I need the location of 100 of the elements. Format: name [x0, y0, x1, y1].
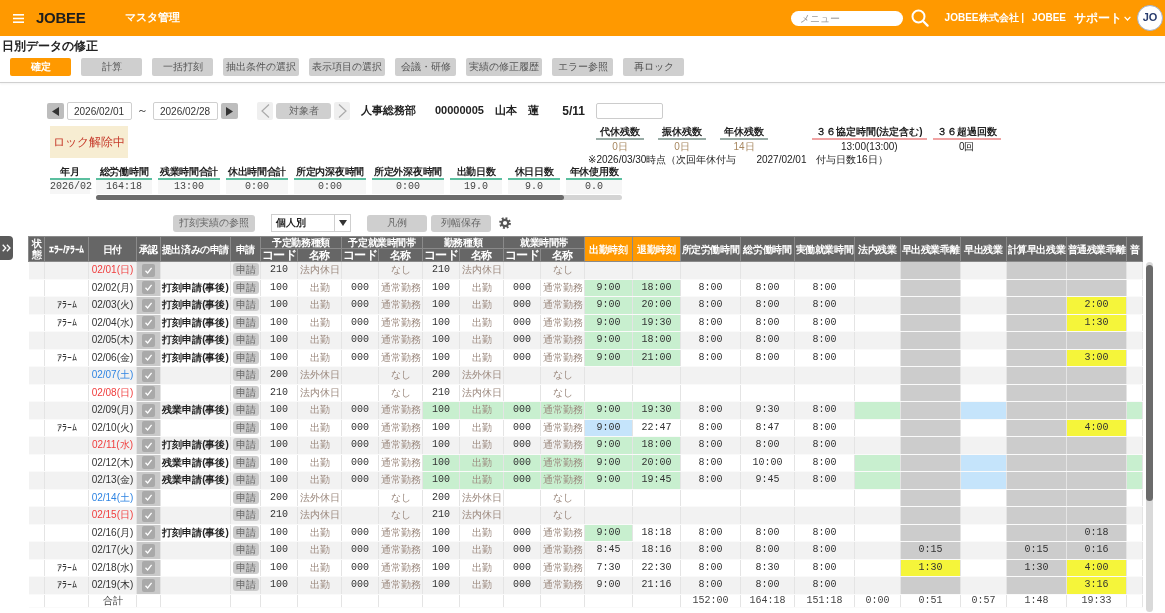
- employee-search-field[interactable]: [596, 103, 663, 119]
- view-select[interactable]: 個人別: [271, 214, 351, 232]
- toolbar-button[interactable]: 計算: [81, 58, 142, 76]
- approval-checkbox[interactable]: [142, 491, 155, 505]
- apply-button[interactable]: 申請: [232, 420, 259, 434]
- toolbar-button[interactable]: 実績の修正履歴: [466, 58, 542, 76]
- toolbar-button[interactable]: 再ロック: [623, 58, 684, 76]
- apply-button[interactable]: 申請: [232, 263, 259, 277]
- balance-value: 0回: [958, 140, 975, 153]
- column-header: 早出残業乖離: [900, 236, 961, 262]
- settings-button[interactable]: [499, 217, 511, 229]
- balance-label: 振休残数: [658, 126, 706, 140]
- approval-checkbox[interactable]: [142, 421, 155, 435]
- column-header: 実働就業時間: [794, 236, 855, 262]
- range-separator: ～: [137, 104, 148, 118]
- date-field[interactable]: 2026/02/01: [67, 102, 132, 120]
- approval-checkbox[interactable]: [142, 351, 155, 365]
- summary-value: 164:18: [96, 180, 152, 194]
- employee-code: 00000005: [435, 104, 484, 118]
- column-header: 出勤時刻: [584, 236, 633, 262]
- approval-checkbox[interactable]: [142, 456, 155, 470]
- section-title: マスタ管理: [125, 11, 181, 25]
- support-menu[interactable]: サポート: [1074, 10, 1131, 26]
- caret-down-icon: [338, 220, 347, 226]
- approval-checkbox[interactable]: [142, 316, 155, 330]
- triangle-left-icon: [52, 106, 59, 116]
- column-header: 日付: [88, 236, 137, 262]
- balance-label: 代休残数: [596, 126, 644, 140]
- chevron-right-icon: [337, 104, 347, 118]
- apply-button[interactable]: 申請: [232, 280, 259, 294]
- apply-button[interactable]: 申請: [232, 543, 259, 557]
- toolbar-button[interactable]: 確定: [10, 58, 71, 76]
- apply-button[interactable]: 申請: [232, 385, 259, 399]
- column-header: ｴﾗｰ/ｱﾗｰﾑ: [44, 236, 89, 262]
- previous-period-button[interactable]: [47, 103, 64, 119]
- approval-checkbox[interactable]: [142, 403, 155, 417]
- approval-checkbox[interactable]: [142, 578, 155, 592]
- column-group-header: 予定勤務種類: [260, 236, 342, 249]
- apply-button[interactable]: 申請: [232, 315, 259, 329]
- column-header: 退勤時刻: [632, 236, 681, 262]
- apply-button[interactable]: 申請: [232, 438, 259, 452]
- next-employee-button[interactable]: [334, 102, 350, 120]
- apply-button[interactable]: 申請: [232, 350, 259, 364]
- approval-checkbox[interactable]: [142, 263, 155, 277]
- menu-button[interactable]: [13, 13, 24, 23]
- user-avatar[interactable]: JO: [1137, 5, 1163, 31]
- summary-value: 9.0: [508, 180, 560, 194]
- approval-checkbox[interactable]: [142, 368, 155, 382]
- target-employee-button[interactable]: 対象者: [276, 103, 331, 119]
- apply-button[interactable]: 申請: [232, 403, 259, 417]
- toolbar-button[interactable]: 会議・研修: [395, 58, 456, 76]
- toolbar-button[interactable]: 抽出条件の選択: [223, 58, 299, 76]
- department-name: 人事総務部: [361, 104, 416, 118]
- lock-status-label: ロック解除中: [50, 126, 128, 158]
- apply-button[interactable]: 申請: [232, 490, 259, 504]
- save-column-widths-button[interactable]: 列幅保存: [431, 214, 491, 232]
- previous-employee-button[interactable]: [257, 102, 273, 120]
- date-field[interactable]: 2026/02/28: [153, 102, 218, 120]
- column-header: 法内残業: [854, 236, 901, 262]
- apply-button[interactable]: 申請: [232, 508, 259, 522]
- apply-button[interactable]: 申請: [232, 578, 259, 592]
- approval-checkbox[interactable]: [142, 281, 155, 295]
- approval-checkbox[interactable]: [142, 473, 155, 487]
- search-button[interactable]: [910, 9, 929, 27]
- summary-value: 13:00: [158, 180, 220, 194]
- toolbar-button[interactable]: 一括打刻: [152, 58, 213, 76]
- approval-checkbox[interactable]: [142, 298, 155, 312]
- toolbar-button[interactable]: 表示項目の選択: [309, 58, 385, 76]
- balance-label: 年休残数: [720, 126, 768, 140]
- approval-checkbox[interactable]: [142, 438, 155, 452]
- brand-logo[interactable]: JOBEE: [36, 8, 86, 28]
- summary-value: 2026/02: [50, 180, 90, 194]
- apply-button[interactable]: 申請: [232, 368, 259, 382]
- scrollbar-thumb[interactable]: [1146, 265, 1153, 501]
- toolbar-button[interactable]: エラー参照: [552, 58, 613, 76]
- menu-search-field[interactable]: メニュー: [790, 10, 903, 26]
- punch-record-button[interactable]: 打刻実績の参照: [173, 214, 255, 232]
- summary-value: 0.0: [566, 180, 622, 194]
- apply-button[interactable]: 申請: [232, 298, 259, 312]
- apply-button[interactable]: 申請: [232, 455, 259, 469]
- triangle-right-icon: [226, 106, 233, 116]
- approval-checkbox[interactable]: [142, 386, 155, 400]
- apply-button[interactable]: 申請: [232, 525, 259, 539]
- approval-checkbox[interactable]: [142, 543, 155, 557]
- apply-button[interactable]: 申請: [232, 560, 259, 574]
- balance-value: 0日: [612, 140, 628, 153]
- settings-icon: [499, 217, 511, 229]
- approval-checkbox[interactable]: [142, 333, 155, 347]
- approval-checkbox[interactable]: [142, 508, 155, 522]
- approval-checkbox[interactable]: [142, 526, 155, 540]
- summary-value: 0:00: [226, 180, 288, 194]
- legend-button[interactable]: 凡例: [367, 214, 427, 232]
- next-period-button[interactable]: [221, 103, 238, 119]
- column-header: 所定労働時間: [680, 236, 741, 262]
- apply-button[interactable]: 申請: [232, 333, 259, 347]
- expand-panel-button[interactable]: [0, 236, 13, 260]
- approval-checkbox[interactable]: [142, 561, 155, 575]
- column-header: 普通残業乖離: [1066, 236, 1127, 262]
- apply-button[interactable]: 申請: [232, 473, 259, 487]
- column-header: 状態: [28, 236, 45, 262]
